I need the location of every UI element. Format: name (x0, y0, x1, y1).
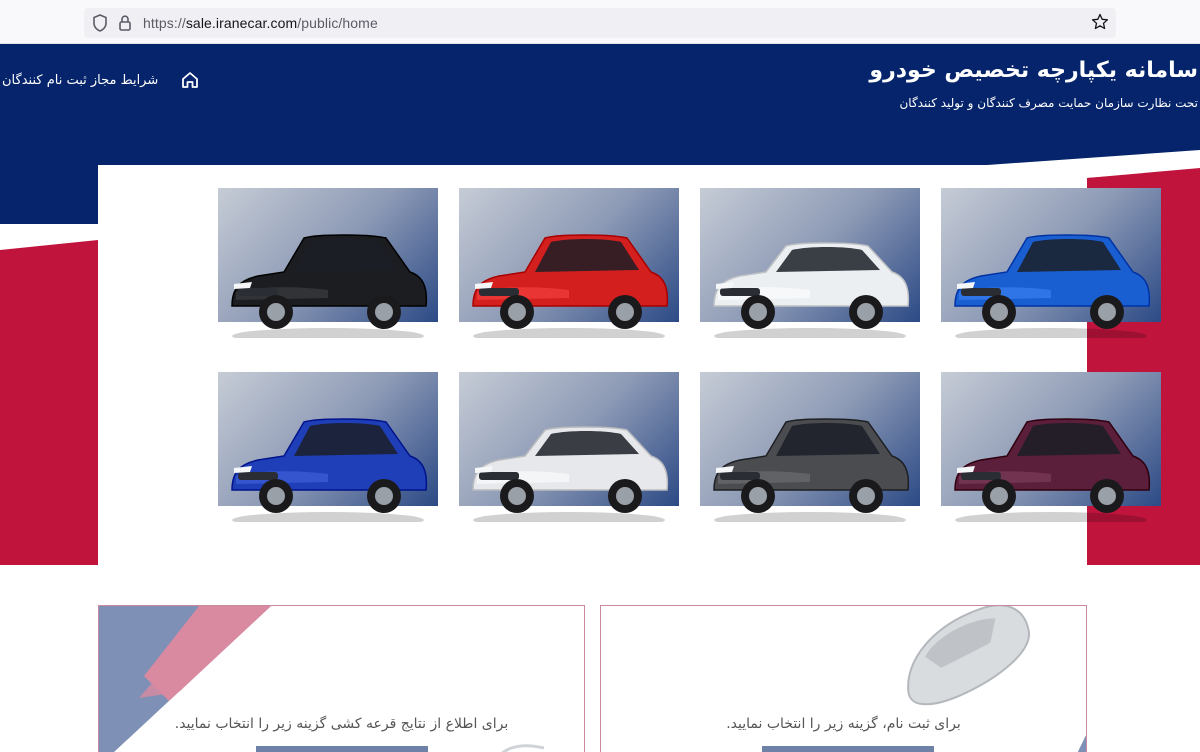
car-headlight (957, 282, 975, 289)
results-car-outline (501, 744, 545, 752)
site-subtitle: تحت نظارت سازمان حمایت مصرف کنندگان و تو… (899, 96, 1198, 110)
car-grille (479, 288, 519, 296)
url-path: /public/home (297, 15, 378, 31)
car-card-2[interactable] (700, 188, 920, 338)
lottery-results-text: برای اطلاع از نتایج قرعه کشی گزینه زیر ر… (174, 716, 509, 732)
browser-toolbar: https://sale.iranecar.com/public/home (0, 0, 1200, 44)
car-shadow (473, 512, 665, 522)
car-headlight (716, 466, 734, 473)
car-rim-rear (616, 303, 634, 321)
car-shadow (955, 328, 1147, 338)
car-image (954, 234, 1151, 338)
url-text[interactable]: https://sale.iranecar.com/public/home (143, 15, 378, 31)
car-rim-front (749, 303, 767, 321)
car-headlight (716, 282, 734, 289)
home-icon[interactable] (180, 70, 200, 90)
car-rim-front (990, 487, 1008, 505)
car-grille (961, 288, 1001, 296)
lock-icon[interactable] (118, 14, 132, 32)
car-image (472, 426, 669, 522)
car-headlight (475, 282, 493, 289)
registration-conditions-link[interactable]: شرایط مجاز ثبت نام کنندگان (2, 73, 158, 88)
car-shadow (473, 328, 665, 338)
car-card-5[interactable] (941, 372, 1161, 522)
car-rim-rear (375, 303, 393, 321)
car-headlight (234, 282, 252, 289)
car-rim-front (267, 487, 285, 505)
car-card-8[interactable] (218, 372, 438, 522)
car-card-6[interactable] (700, 372, 920, 522)
url-prefix: https:// (143, 15, 186, 31)
car-headlight (475, 466, 493, 473)
car-headlight (234, 466, 252, 473)
car-image (954, 418, 1151, 522)
address-bar[interactable]: https://sale.iranecar.com/public/home (84, 8, 1116, 38)
car-headlight (957, 466, 975, 473)
car-rim-front (508, 303, 526, 321)
car-shadow (714, 512, 906, 522)
band-white-left (0, 224, 98, 250)
car-rim-rear (857, 303, 875, 321)
car-rim-rear (375, 487, 393, 505)
car-shadow (955, 512, 1147, 522)
car-gallery (98, 165, 1161, 565)
car-image (472, 234, 669, 338)
car-card-7[interactable] (459, 372, 679, 522)
car-shadow (714, 328, 906, 338)
car-grille (238, 472, 278, 480)
registration-box: برای ثبت نام، گزینه زیر را انتخاب نمایید… (600, 605, 1087, 752)
car-rim-front (749, 487, 767, 505)
car-rim-rear (1098, 303, 1116, 321)
car-grille (479, 472, 519, 480)
shield-icon[interactable] (92, 14, 108, 32)
car-card-4[interactable] (218, 188, 438, 338)
car-shadow (232, 512, 424, 522)
car-card-1[interactable] (941, 188, 1161, 338)
car-image (713, 242, 910, 338)
registration-button[interactable] (762, 746, 934, 752)
car-card-3[interactable] (459, 188, 679, 338)
car-image (231, 418, 428, 522)
car-grille (720, 288, 760, 296)
url-host: sale.iranecar.com (185, 15, 298, 31)
car-grille (238, 288, 278, 296)
site-title: سامانه یکپارچه تخصیص خودرو (869, 58, 1198, 83)
car-image (713, 418, 910, 522)
registration-text: برای ثبت نام، گزینه زیر را انتخاب نمایید… (726, 716, 961, 732)
car-rim-front (508, 487, 526, 505)
car-rim-rear (616, 487, 634, 505)
car-image (231, 234, 428, 338)
car-rim-front (267, 303, 285, 321)
bookmark-star-icon[interactable] (1091, 13, 1109, 31)
car-grille (961, 472, 1001, 480)
band-crimson-left (0, 240, 98, 565)
car-shadow (232, 328, 424, 338)
lottery-results-box: برای اطلاع از نتایج قرعه کشی گزینه زیر ر… (98, 605, 585, 752)
car-grille (720, 472, 760, 480)
lottery-results-button[interactable] (256, 746, 428, 752)
car-rim-rear (1098, 487, 1116, 505)
car-rim-rear (857, 487, 875, 505)
car-rim-front (990, 303, 1008, 321)
